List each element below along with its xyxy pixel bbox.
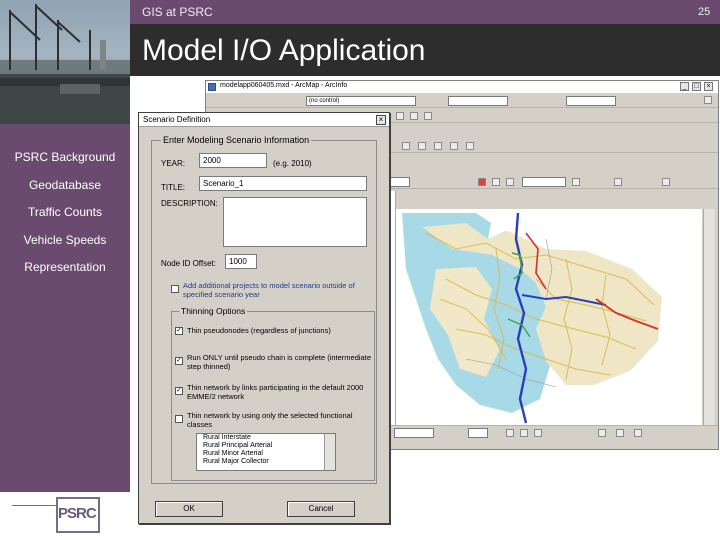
node-offset-field[interactable]: 1000	[225, 254, 257, 269]
app-icon	[208, 83, 216, 91]
description-field[interactable]	[223, 197, 367, 247]
fill-color-icon[interactable]	[598, 429, 606, 437]
scenario-info-group-label: Enter Modeling Scenario Information	[161, 135, 312, 145]
title-label: TITLE:	[161, 183, 186, 192]
model-tool-icon[interactable]	[572, 178, 580, 186]
find-icon[interactable]	[492, 178, 500, 186]
attributes-icon[interactable]	[466, 142, 474, 150]
slide-title: Model I/O Application	[142, 34, 426, 67]
scenario-dialog: Scenario Definition × Enter Modeling Sce…	[138, 112, 390, 524]
cancel-button[interactable]: Cancel	[287, 501, 355, 517]
ok-button[interactable]: OK	[155, 501, 223, 517]
option-run-only-label: Run ONLY until pseudo chain is complete …	[187, 353, 371, 371]
year-hint: (e.g. 2010)	[273, 159, 312, 168]
pan-icon[interactable]	[424, 112, 432, 120]
model-run-icon[interactable]	[614, 178, 622, 186]
waterfront-photo	[0, 0, 130, 124]
status-bar	[384, 439, 718, 449]
rotate-tool-icon[interactable]	[450, 142, 458, 150]
window-close-icon[interactable]	[704, 96, 712, 104]
close-icon[interactable]: ×	[376, 115, 386, 125]
sidebar-item-geodatabase[interactable]: Geodatabase	[0, 178, 130, 192]
sidebar-item-representation[interactable]: Representation	[0, 260, 130, 274]
sidebar-item-vehicle-speeds[interactable]: Vehicle Speeds	[0, 233, 130, 247]
map-vertical-scrollbar[interactable]	[703, 209, 715, 427]
map-canvas[interactable]	[396, 209, 702, 427]
drawing-toolbar	[384, 425, 718, 439]
page-number: 25	[698, 6, 711, 18]
layer-combo[interactable]: (no control)	[306, 96, 416, 106]
option-thin-pseudonodes-checkbox[interactable]: ✓	[175, 327, 183, 335]
measure-icon[interactable]	[506, 178, 514, 186]
year-label: YEAR:	[161, 159, 186, 168]
sketch-tool-icon[interactable]	[418, 142, 426, 150]
close-icon[interactable]: ×	[704, 82, 713, 91]
minimize-icon[interactable]: _	[680, 82, 689, 91]
description-label: DESCRIPTION:	[161, 199, 218, 208]
option-thin-pseudonodes-label: Thin pseudonodes (regardless of junction…	[187, 326, 331, 335]
sidebar-item-psrc-background[interactable]: PSRC Background	[0, 150, 130, 164]
list-item[interactable]: Rural Major Collector	[197, 458, 335, 466]
list-item[interactable]: Rural Minor Arterial	[197, 450, 335, 458]
dialog-titlebar: Scenario Definition ×	[139, 113, 389, 127]
node-offset-label: Node ID Offset:	[161, 259, 216, 268]
thinning-options-label: Thinning Options	[179, 306, 248, 316]
header-bar	[130, 0, 720, 24]
year-field[interactable]: 2000	[199, 153, 267, 168]
font-color-icon[interactable]	[634, 429, 642, 437]
option-thin-by-links-label: Thin network by links participating in t…	[187, 383, 364, 401]
option-functional-classes-checkbox[interactable]	[175, 415, 183, 423]
line-color-icon[interactable]	[616, 429, 624, 437]
target-combo[interactable]	[566, 96, 616, 106]
title-field[interactable]: Scenario_1	[199, 176, 367, 191]
option-run-only-checkbox[interactable]: ✓	[175, 357, 183, 365]
help-icon[interactable]	[662, 178, 670, 186]
arcmap-title: modelapp060405.mxd - ArcMap - ArcInfo	[220, 82, 348, 89]
sidebar-item-traffic-counts[interactable]: Traffic Counts	[0, 205, 130, 219]
psrc-logo-text: PSRC	[58, 505, 97, 522]
zoom-out-icon[interactable]	[410, 112, 418, 120]
bold-icon[interactable]	[506, 429, 514, 437]
add-projects-checkbox[interactable]	[171, 285, 179, 293]
arcmap-titlebar: modelapp060405.mxd - ArcMap - ArcInfo _ …	[206, 81, 718, 93]
edit-tool-icon[interactable]	[402, 142, 410, 150]
zoom-in-icon[interactable]	[396, 112, 404, 120]
arcmap-menubar: (no control)	[206, 94, 718, 108]
option-functional-classes-label: Thin network by using only the selected …	[187, 411, 353, 429]
font-combo[interactable]	[394, 428, 434, 438]
functional-class-list[interactable]: Rural Interstate Rural Principal Arteria…	[196, 433, 336, 471]
list-item[interactable]: Rural Principal Arterial	[197, 442, 335, 450]
maximize-icon[interactable]: □	[692, 82, 701, 91]
list-scrollbar[interactable]	[324, 434, 335, 470]
option-thin-by-links-checkbox[interactable]: ✓	[175, 387, 183, 395]
logo-divider	[12, 505, 56, 506]
tool-combo[interactable]	[448, 96, 508, 106]
italic-icon[interactable]	[520, 429, 528, 437]
dialog-title: Scenario Definition	[143, 115, 211, 124]
add-projects-label: Add additional projects to model scenari…	[183, 281, 355, 299]
identify-icon[interactable]	[478, 178, 486, 186]
list-item[interactable]: Rural Interstate	[197, 434, 335, 442]
split-tool-icon[interactable]	[434, 142, 442, 150]
font-size-combo[interactable]	[468, 428, 488, 438]
model-combo[interactable]	[522, 177, 566, 187]
header-title: GIS at PSRC	[142, 5, 213, 19]
underline-icon[interactable]	[534, 429, 542, 437]
